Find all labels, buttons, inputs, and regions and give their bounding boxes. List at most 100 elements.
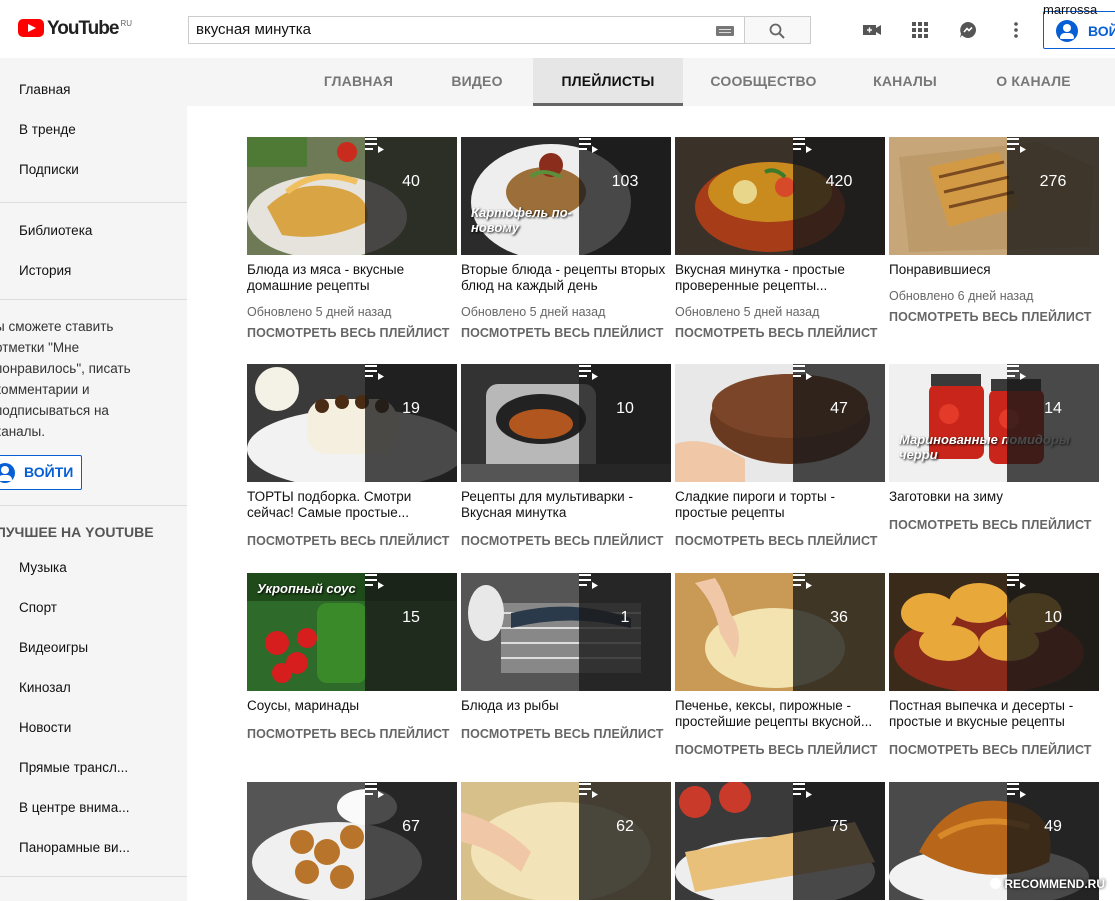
playlist-icon xyxy=(1007,574,1026,589)
playlist-thumbnail[interactable]: 10 xyxy=(889,573,1099,691)
tab-playlists[interactable]: ПЛЕЙЛИСТЫ xyxy=(533,58,683,106)
video-count: 1 xyxy=(620,609,630,626)
playlist-thumbnail[interactable]: Маринованные помидоры черри 14 xyxy=(889,364,1099,482)
playlist-count-overlay: 19 xyxy=(365,364,457,482)
playlist-count-overlay: 1 xyxy=(579,573,671,691)
playlist-updated: Обновлено 5 дней назад xyxy=(247,305,392,319)
video-count: 19 xyxy=(402,400,420,417)
playlist-count-overlay: 103 xyxy=(579,137,671,255)
view-full-playlist-link[interactable]: ПОСМОТРЕТЬ ВЕСЬ ПЛЕЙЛИСТ xyxy=(461,534,664,548)
playlist-thumbnail[interactable]: 36 xyxy=(675,573,885,691)
playlist-thumbnail[interactable]: Картофель по-новому 103 xyxy=(461,137,671,255)
playlist-thumbnail[interactable]: 40 xyxy=(247,137,457,255)
video-count: 276 xyxy=(1039,173,1067,190)
view-full-playlist-link[interactable]: ПОСМОТРЕТЬ ВЕСЬ ПЛЕЙЛИСТ xyxy=(675,326,878,340)
playlist-title[interactable]: Сладкие пироги и торты - простые рецепты xyxy=(675,489,887,521)
sidebar-item-sport[interactable]: Спорт xyxy=(19,600,57,615)
playlist-icon xyxy=(579,138,598,153)
sidebar-item-trending[interactable]: В тренде xyxy=(19,122,76,137)
playlist-thumbnail[interactable]: 420 xyxy=(675,137,885,255)
view-full-playlist-link[interactable]: ПОСМОТРЕТЬ ВЕСЬ ПЛЕЙЛИСТ xyxy=(461,727,664,741)
playlist-thumbnail[interactable]: 10 xyxy=(461,364,671,482)
keyboard-icon[interactable] xyxy=(716,26,734,36)
video-count: 36 xyxy=(830,609,848,626)
tab-videos[interactable]: ВИДЕО xyxy=(427,58,527,106)
messages-icon[interactable] xyxy=(958,20,978,40)
playlist-icon xyxy=(793,783,812,798)
divider xyxy=(0,299,187,300)
sidebar-item-movies[interactable]: Кинозал xyxy=(19,680,71,695)
tab-home[interactable]: ГЛАВНАЯ xyxy=(309,58,408,106)
view-full-playlist-link[interactable]: ПОСМОТРЕТЬ ВЕСЬ ПЛЕЙЛИСТ xyxy=(889,310,1092,324)
top-bar: YouTube RU ВОЙТИ marrossa xyxy=(0,0,1115,58)
search-box xyxy=(188,16,745,44)
signin-label: ВОЙТИ xyxy=(1088,23,1115,39)
playlist-icon xyxy=(1007,365,1026,380)
playlist-count-overlay: 36 xyxy=(793,573,885,691)
video-count: 103 xyxy=(611,173,639,190)
view-full-playlist-link[interactable]: ПОСМОТРЕТЬ ВЕСЬ ПЛЕЙЛИСТ xyxy=(247,326,450,340)
playlist-thumbnail[interactable]: 1 xyxy=(461,573,671,691)
playlist-icon xyxy=(579,574,598,589)
sidebar-item-subscriptions[interactable]: Подписки xyxy=(19,162,79,177)
playlist-title[interactable]: Блюда из мяса - вкусные домашние рецепты xyxy=(247,262,459,294)
view-full-playlist-link[interactable]: ПОСМОТРЕТЬ ВЕСЬ ПЛЕЙЛИСТ xyxy=(247,727,450,741)
playlist-updated: Обновлено 5 дней назад xyxy=(461,305,606,319)
playlist-thumbnail[interactable]: 47 xyxy=(675,364,885,482)
channel-tabs: ГЛАВНАЯ ВИДЕО ПЛЕЙЛИСТЫ СООБЩЕСТВО КАНАЛ… xyxy=(187,58,1115,106)
playlist-title[interactable]: Соусы, маринады xyxy=(247,698,459,714)
watermark-text: RECOMMEND.RU xyxy=(1004,877,1105,891)
view-full-playlist-link[interactable]: ПОСМОТРЕТЬ ВЕСЬ ПЛЕЙЛИСТ xyxy=(247,534,450,548)
playlist-count-overlay: 14 xyxy=(1007,364,1099,482)
sidebar-item-music[interactable]: Музыка xyxy=(19,560,67,575)
playlist-thumbnail[interactable]: Укропный соус 15 xyxy=(247,573,457,691)
sidebar-item-library[interactable]: Библиотека xyxy=(19,223,92,238)
sidebar-item-news[interactable]: Новости xyxy=(19,720,71,735)
playlist-count-overlay: 420 xyxy=(793,137,885,255)
playlist-thumbnail[interactable]: 75 xyxy=(675,782,885,900)
logo-region: RU xyxy=(120,19,133,28)
playlist-icon xyxy=(579,783,598,798)
playlist-thumbnail[interactable]: 276 xyxy=(889,137,1099,255)
sidebar-item-gaming[interactable]: Видеоигры xyxy=(19,640,88,655)
playlist-title[interactable]: Постная выпечка и десерты - простые и вк… xyxy=(889,698,1101,730)
playlist-thumbnail[interactable]: 19 xyxy=(247,364,457,482)
playlist-title[interactable]: Вторые блюда - рецепты вторых блюд на ка… xyxy=(461,262,673,294)
youtube-logo[interactable]: YouTube RU xyxy=(18,19,132,39)
search-button[interactable] xyxy=(745,16,811,44)
more-vert-icon[interactable] xyxy=(1006,20,1026,40)
playlist-thumbnail[interactable]: 62 xyxy=(461,782,671,900)
playlist-count-overlay: 40 xyxy=(365,137,457,255)
tab-community[interactable]: СООБЩЕСТВО xyxy=(697,58,830,106)
playlist-title[interactable]: Понравившиеся xyxy=(889,262,1101,278)
playlist-title[interactable]: Печенье, кексы, пирожные - простейшие ре… xyxy=(675,698,887,730)
sidebar-signin-button[interactable]: ВОЙТИ xyxy=(0,455,82,490)
sidebar-item-home[interactable]: Главная xyxy=(19,82,70,97)
search-input[interactable] xyxy=(196,21,696,38)
create-video-icon[interactable] xyxy=(862,20,882,40)
divider xyxy=(0,505,187,506)
apps-grid-icon[interactable] xyxy=(910,20,930,40)
playlist-title[interactable]: Вкусная минутка - простые проверенные ре… xyxy=(675,262,887,294)
playlist-thumbnail[interactable]: 67 xyxy=(247,782,457,900)
video-count: 47 xyxy=(830,400,848,417)
playlist-icon xyxy=(793,138,812,153)
sidebar-item-live[interactable]: Прямые трансл... xyxy=(19,760,128,775)
view-full-playlist-link[interactable]: ПОСМОТРЕТЬ ВЕСЬ ПЛЕЙЛИСТ xyxy=(889,743,1092,757)
playlist-title[interactable]: Рецепты для мультиварки - Вкусная минутк… xyxy=(461,489,673,521)
playlist-title[interactable]: Блюда из рыбы xyxy=(461,698,673,714)
tab-about[interactable]: О КАНАЛЕ xyxy=(980,58,1087,106)
sidebar-item-360-video[interactable]: Панорамные ви... xyxy=(19,840,130,855)
playlist-title[interactable]: ТОРТЫ подборка. Смотри сейчас! Самые про… xyxy=(247,489,459,521)
tab-channels[interactable]: КАНАЛЫ xyxy=(851,58,959,106)
view-full-playlist-link[interactable]: ПОСМОТРЕТЬ ВЕСЬ ПЛЕЙЛИСТ xyxy=(889,518,1092,532)
sidebar-item-spotlight[interactable]: В центре внима... xyxy=(19,800,129,815)
view-full-playlist-link[interactable]: ПОСМОТРЕТЬ ВЕСЬ ПЛЕЙЛИСТ xyxy=(675,534,878,548)
playlist-updated: Обновлено 5 дней назад xyxy=(675,305,820,319)
playlist-title[interactable]: Заготовки на зиму xyxy=(889,489,1101,505)
view-full-playlist-link[interactable]: ПОСМОТРЕТЬ ВЕСЬ ПЛЕЙЛИСТ xyxy=(675,743,878,757)
view-full-playlist-link[interactable]: ПОСМОТРЕТЬ ВЕСЬ ПЛЕЙЛИСТ xyxy=(461,326,664,340)
best-of-youtube-heading: ЛУЧШЕЕ НА YOUTUBE xyxy=(0,524,154,540)
sidebar-item-history[interactable]: История xyxy=(19,263,71,278)
thumbnail-caption: Картофель по-новому xyxy=(471,205,573,235)
